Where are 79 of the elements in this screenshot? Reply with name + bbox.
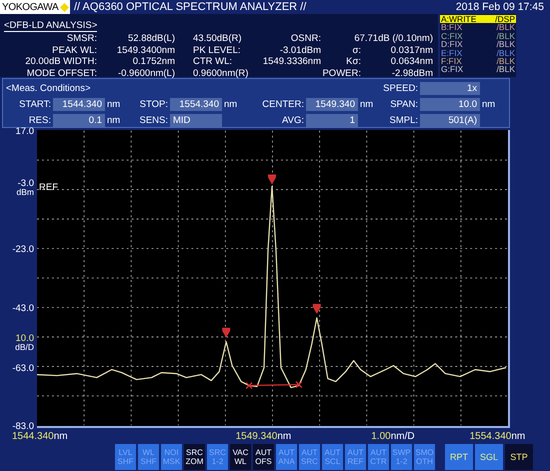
axis-label: 1544.340nm xyxy=(12,430,68,442)
peak-marker-icon xyxy=(312,304,321,314)
value-field[interactable]: 1x xyxy=(420,82,480,94)
axis-label: 10.0 dB/D xyxy=(15,334,34,352)
result-value: 1549.3336nm xyxy=(262,56,321,68)
result-value: -3.01dBm xyxy=(278,44,321,56)
field-label: STOP: xyxy=(138,98,169,110)
field-label: SENS: xyxy=(138,114,169,126)
result-value: 67.71dB (/0.10nm) xyxy=(353,33,433,44)
value-field[interactable]: 10.0 xyxy=(420,98,480,110)
trace-item[interactable]: C:FIX /BLK xyxy=(440,32,516,40)
result-label: CTR WL: xyxy=(192,56,234,68)
result-value: 0.9600nm(R) xyxy=(192,68,250,79)
result-value: 0.0634nm xyxy=(390,56,433,68)
result-value: 52.88dB(L) xyxy=(126,33,175,44)
result-label: SMSR: xyxy=(66,33,97,44)
axis-label: 1549.340nm xyxy=(236,430,292,442)
peak-marker-icon xyxy=(268,174,276,184)
result-value: 0.0317nm xyxy=(390,44,433,56)
unit-label: nm xyxy=(106,98,122,110)
axis-label: 1.00nm/D xyxy=(371,430,415,442)
axis-label: -83.0 xyxy=(12,422,34,432)
soft-key[interactable]: VAC WL xyxy=(230,444,251,470)
trace-item[interactable]: B:FIX /BLK xyxy=(440,23,516,32)
field-label: SMPL: xyxy=(388,114,419,126)
window-title: // AQ6360 OPTICAL SPECTRUM ANALYZER // xyxy=(74,1,308,13)
panel-title: <DFB-LD ANALYSIS> xyxy=(4,21,98,32)
sweep-key[interactable]: STP xyxy=(505,444,533,470)
field-label: SPEED: xyxy=(383,82,419,94)
result-value: 0.1752nm xyxy=(132,56,175,68)
trace-item[interactable]: G:FIX /BLK xyxy=(440,65,516,74)
unit-label: nm xyxy=(359,98,374,110)
result-label: Kσ: xyxy=(345,56,361,68)
value-field[interactable]: MID xyxy=(170,114,222,126)
sweep-key[interactable]: RPT xyxy=(445,444,473,470)
value-field[interactable]: 1544.340 xyxy=(53,98,105,110)
value-field[interactable]: 501(A) xyxy=(420,114,480,126)
trace-item[interactable]: A:WRITE /DSP xyxy=(440,15,516,24)
result-label: σ: xyxy=(351,44,361,56)
soft-key[interactable]: SRC ZOM xyxy=(184,444,205,470)
trace-item[interactable]: E:FIX /BLK xyxy=(440,48,516,58)
date-time: 2018 Feb 09 17:45 xyxy=(456,1,544,13)
panel-title: <Meas. Conditions> xyxy=(6,82,92,94)
soft-key[interactable]: AUT OFS xyxy=(253,444,274,470)
axis-label: -63.0 xyxy=(12,364,34,373)
axis-label: -3.0 dBm xyxy=(16,179,34,198)
axis-label: 1554.340nm xyxy=(470,430,526,442)
trace-item[interactable]: D:FIX /BLK xyxy=(440,40,516,49)
axis-label: -43.0 xyxy=(12,304,34,314)
unit-label: nm xyxy=(106,114,122,126)
result-label: PK LEVEL: xyxy=(192,44,242,56)
brand-logo: YOKOGAWA xyxy=(0,0,70,14)
value-field[interactable]: 1549.340 xyxy=(306,98,358,110)
value-field[interactable]: 1554.340 xyxy=(170,98,222,110)
result-label: PEAK WL: xyxy=(51,44,97,56)
width-marker-line xyxy=(246,380,302,390)
result-label: MODE OFFSET: xyxy=(26,68,97,79)
field-label: START: xyxy=(18,98,52,110)
value-field[interactable]: 0.1 xyxy=(53,114,105,126)
result-label: 20.00dB WIDTH: xyxy=(24,56,97,68)
sweep-key[interactable]: SGL xyxy=(475,444,503,470)
unit-label: nm xyxy=(481,98,496,110)
field-label: CENTER: xyxy=(261,98,305,110)
result-value: 1549.3400nm xyxy=(116,44,175,56)
field-label: SPAN: xyxy=(389,98,419,110)
unit-label: nm xyxy=(223,98,238,110)
result-value: -0.9600nm(L) xyxy=(116,68,175,79)
field-label: AVG: xyxy=(281,114,305,126)
trace-item[interactable]: F:FIX /BLK xyxy=(440,57,516,66)
peak-marker-icon xyxy=(222,328,230,338)
result-value: 43.50dB(R) xyxy=(192,33,243,44)
result-label: POWER: xyxy=(321,68,361,79)
axis-label: 17.0 xyxy=(16,127,34,136)
field-label: RES: xyxy=(28,114,52,126)
result-value: -2.98dBm xyxy=(390,68,433,79)
value-field[interactable]: 1 xyxy=(306,114,358,126)
result-label: OSNR: xyxy=(290,33,321,44)
axis-label: -23.0 xyxy=(12,244,34,254)
reference-label: REF xyxy=(38,182,58,193)
